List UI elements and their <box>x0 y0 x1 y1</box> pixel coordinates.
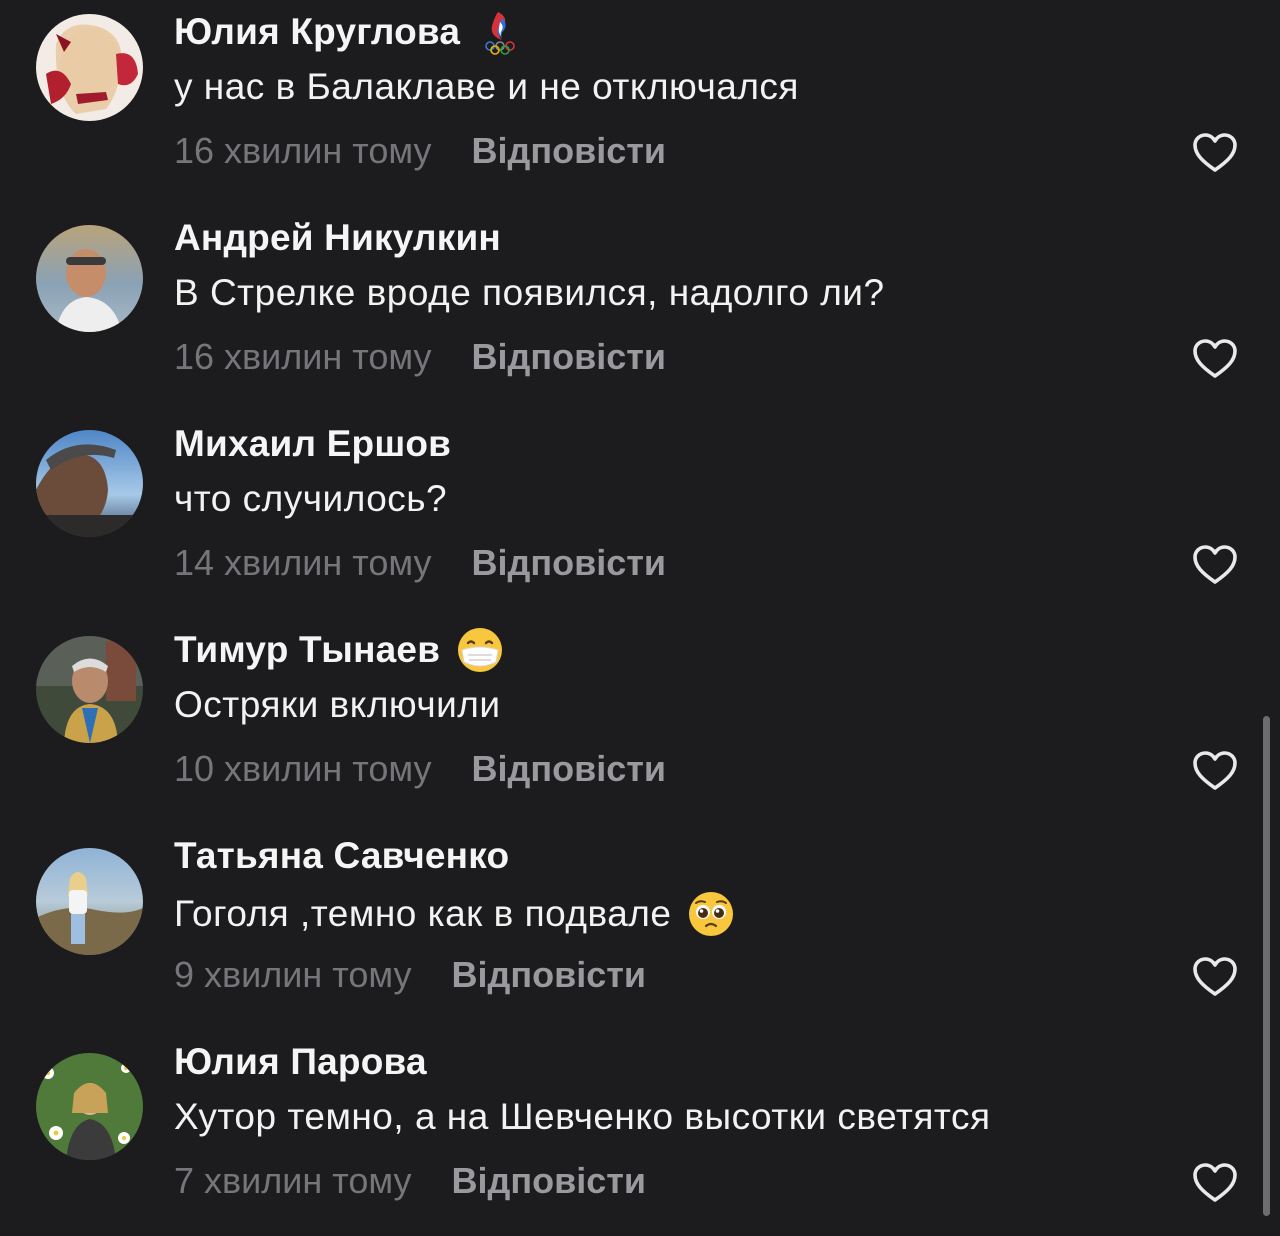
comment-meta: 14 хвилин тому Відповісти <box>174 542 666 584</box>
author-line: Андрей Никулкин <box>174 216 501 260</box>
pleading-face-emoji <box>687 890 735 938</box>
avatar[interactable] <box>36 225 143 332</box>
author-line: Тимур Тынаев <box>174 628 504 672</box>
scrollbar[interactable] <box>1263 716 1270 1216</box>
author-name[interactable]: Михаил Ершов <box>174 423 451 465</box>
comment-text-content: Гоголя ,темно как в подвале <box>174 893 672 934</box>
comment-text-content: Хутор темно, а на Шевченко высотки светя… <box>174 1096 991 1137</box>
author-line: Михаил Ершов <box>174 422 451 466</box>
reply-button[interactable]: Відповісти <box>472 336 667 378</box>
comment-meta: 7 хвилин тому Відповісти <box>174 1160 646 1202</box>
reply-button[interactable]: Відповісти <box>452 1160 647 1202</box>
author-name[interactable]: Тимур Тынаев <box>174 629 440 671</box>
reply-button[interactable]: Відповісти <box>472 542 667 584</box>
author-name[interactable]: Юлия Круглова <box>174 11 460 53</box>
comment-time: 7 хвилин тому <box>174 1160 412 1201</box>
comment-meta: 9 хвилин тому Відповісти <box>174 954 646 996</box>
comment-text: Остряки включили <box>174 684 501 726</box>
author-name[interactable]: Андрей Никулкин <box>174 217 501 259</box>
author-line: Татьяна Савченко <box>174 834 509 878</box>
comment-item: Юлия Парова Хутор темно, а на Шевченко в… <box>0 1030 1280 1236</box>
author-name[interactable]: Юлия Парова <box>174 1041 427 1083</box>
comment-text: что случилось? <box>174 478 447 520</box>
comment-item: Михаил Ершов что случилось? 14 хвилин то… <box>0 412 1280 618</box>
reply-button[interactable]: Відповісти <box>452 954 647 996</box>
comment-time: 16 хвилин тому <box>174 130 432 171</box>
comment-time: 9 хвилин тому <box>174 954 412 995</box>
comment-item: Татьяна Савченко Гоголя ,темно как в под… <box>0 824 1280 1030</box>
face-with-medical-mask-emoji <box>456 626 504 674</box>
author-line: Юлия Круглова <box>174 8 524 56</box>
avatar[interactable] <box>36 636 143 743</box>
comment-text: Гоголя ,темно как в подвале <box>174 890 735 938</box>
comment-time: 14 хвилин тому <box>174 542 432 583</box>
heart-outline-icon[interactable] <box>1192 338 1238 380</box>
reply-button[interactable]: Відповісти <box>472 130 667 172</box>
comment-meta: 10 хвилин тому Відповісти <box>174 748 666 790</box>
reply-button[interactable]: Відповісти <box>472 748 667 790</box>
comment-time: 10 хвилин тому <box>174 748 432 789</box>
comment-text-content: В Стрелке вроде появился, надолго ли? <box>174 272 885 313</box>
avatar[interactable] <box>36 14 143 121</box>
heart-outline-icon[interactable] <box>1192 1162 1238 1204</box>
comment-text-content: Остряки включили <box>174 684 501 725</box>
author-line: Юлия Парова <box>174 1040 427 1084</box>
comment-meta: 16 хвилин тому Відповісти <box>174 336 666 378</box>
avatar[interactable] <box>36 430 143 537</box>
heart-outline-icon[interactable] <box>1192 956 1238 998</box>
comment-meta: 16 хвилин тому Відповісти <box>174 130 666 172</box>
comment-text: у нас в Балаклаве и не отключался <box>174 66 799 108</box>
comment-text: Хутор темно, а на Шевченко высотки светя… <box>174 1096 990 1138</box>
author-name[interactable]: Татьяна Савченко <box>174 835 509 877</box>
heart-outline-icon[interactable] <box>1192 750 1238 792</box>
comment-item: Юлия Круглова у нас в Балаклаве и не отк… <box>0 0 1280 206</box>
comment-time: 16 хвилин тому <box>174 336 432 377</box>
avatar[interactable] <box>36 1053 143 1160</box>
heart-outline-icon[interactable] <box>1192 544 1238 586</box>
comment-text-content: у нас в Балаклаве и не отключался <box>174 66 799 107</box>
comment-item: Тимур Тынаев Остряки включили 10 хвилин … <box>0 618 1280 824</box>
comment-item: Андрей Никулкин В Стрелке вроде появился… <box>0 206 1280 412</box>
heart-outline-icon[interactable] <box>1192 132 1238 174</box>
comment-text-content: что случилось? <box>174 478 448 519</box>
comment-text: В Стрелке вроде появился, надолго ли? <box>174 272 885 314</box>
avatar[interactable] <box>36 848 143 955</box>
olympic-flame-emoji <box>476 8 524 56</box>
